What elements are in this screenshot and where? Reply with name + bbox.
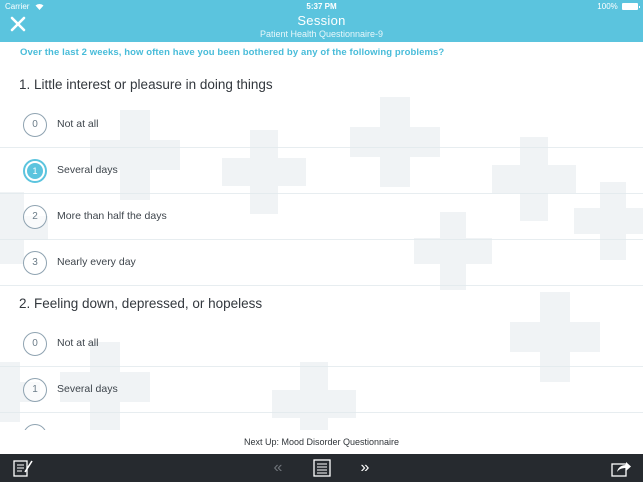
list-icon[interactable] [311,458,333,478]
option-number-badge: 0 [23,332,47,356]
option-label: Several days [57,164,118,176]
option-label: Not at all [57,118,99,130]
notes-icon[interactable] [12,458,34,478]
q2-option-0[interactable]: 0 Not at all [0,321,643,367]
next-button[interactable]: » [354,458,376,478]
page-title: Session [297,13,346,28]
battery-icon [622,3,640,10]
option-number-badge: 3 [23,251,47,275]
q1-option-3[interactable]: 3 Nearly every day [0,240,643,286]
question-2-title: 2. Feeling down, depressed, or hopeless [19,296,263,311]
q2-option-partial[interactable] [0,413,643,430]
q1-option-1[interactable]: 1 Several days [0,148,643,194]
q1-option-0[interactable]: 0 Not at all [0,102,643,148]
bottom-toolbar: « » [0,454,643,482]
battery-percent: 100% [597,2,618,11]
q1-option-2[interactable]: 2 More than half the days [0,194,643,240]
option-label: More than half the days [57,210,167,222]
option-number-badge: 2 [23,205,47,229]
status-bar: Carrier 5:37 PM 100% [0,0,643,13]
share-icon[interactable] [610,458,632,478]
question-1-title: 1. Little interest or pleasure in doing … [19,77,273,92]
status-time: 5:37 PM [306,2,337,11]
q2-option-1[interactable]: 1 Several days [0,367,643,413]
option-number-badge: 0 [23,113,47,137]
battery-indicator: 100% [597,2,640,11]
next-up-label[interactable]: Next Up: Mood Disorder Questionnaire [0,430,643,454]
instruction-text: Over the last 2 weeks, how often have yo… [20,47,445,58]
questionnaire-content[interactable]: Over the last 2 weeks, how often have yo… [0,42,643,430]
option-number-badge: 1 [23,378,47,402]
header-bar: Carrier 5:37 PM 100% Session Patient Hea… [0,0,643,42]
option-label: Not at all [57,337,99,349]
page-subtitle: Patient Health Questionnaire-9 [259,29,384,39]
option-label: Nearly every day [57,256,136,268]
previous-button[interactable]: « [267,458,289,478]
selected-option-number: 1 [27,163,43,179]
option-label: Several days [57,383,118,395]
option-number-badge-selected: 1 [23,159,47,183]
